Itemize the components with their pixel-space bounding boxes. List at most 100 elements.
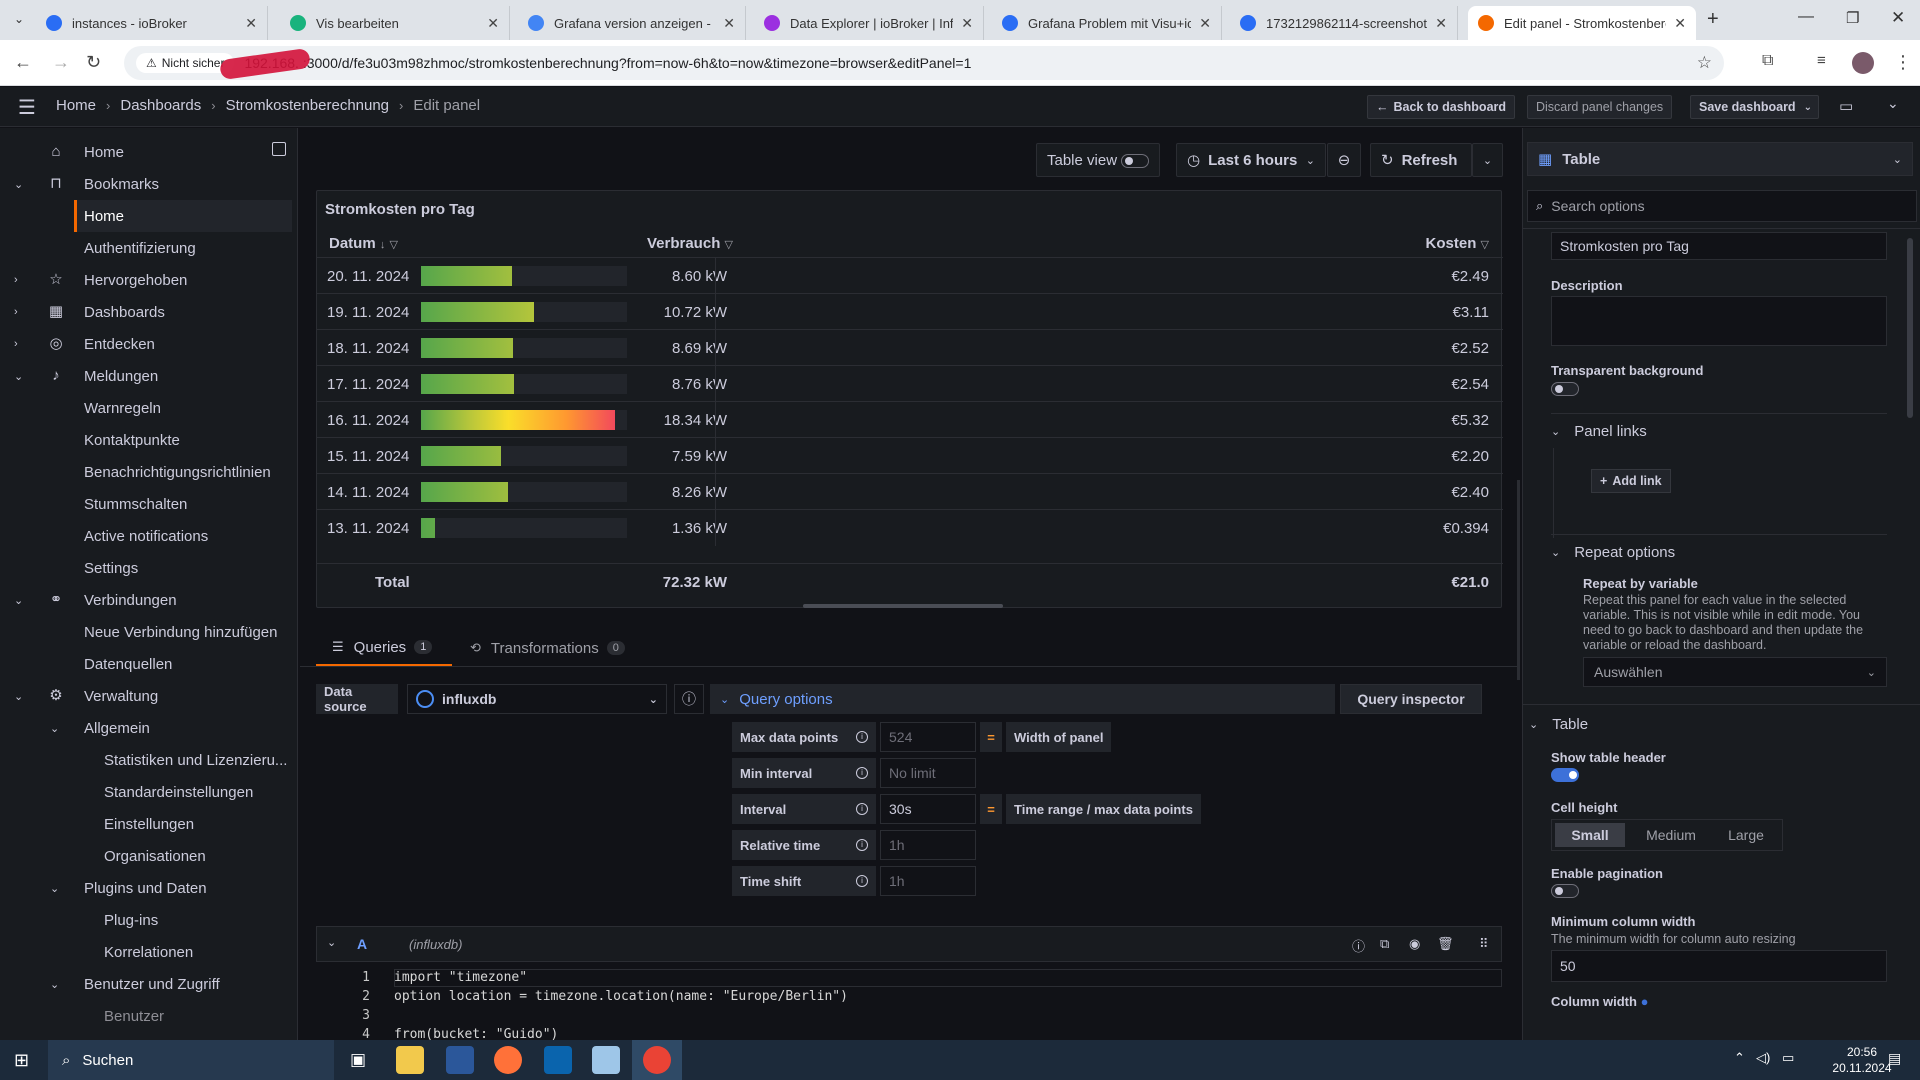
table-view-switch[interactable] bbox=[1121, 154, 1149, 168]
repeat-options-section[interactable]: ⌄ Repeat options bbox=[1551, 544, 1675, 561]
add-link-button[interactable]: + Add link bbox=[1591, 469, 1671, 493]
filter-icon[interactable]: ▽ bbox=[390, 239, 398, 251]
sidebar-item[interactable]: Settings bbox=[0, 552, 297, 584]
horizontal-scrollbar[interactable] bbox=[803, 604, 1003, 608]
sidebar-item[interactable]: Organisationen bbox=[0, 840, 297, 872]
notifications-icon[interactable]: ▤ bbox=[1888, 1050, 1901, 1067]
table-section[interactable]: ⌄ Table bbox=[1529, 716, 1588, 733]
browser-tab[interactable]: Data Explorer | ioBroker | Influx ✕ bbox=[754, 6, 984, 40]
chevron-down-icon[interactable]: ⌄ bbox=[14, 690, 23, 703]
browser-tab[interactable]: Grafana version anzeigen - Goo ✕ bbox=[518, 6, 746, 40]
sidebar-item[interactable]: ⌄ ⊓ Bookmarks bbox=[0, 168, 297, 200]
chevron-right-icon[interactable]: › bbox=[14, 306, 18, 318]
breadcrumb-dashboards[interactable]: Dashboards bbox=[120, 97, 201, 114]
hamburger-menu-icon[interactable]: ☰ bbox=[18, 95, 36, 120]
sidebar-item[interactable]: › ▦ Dashboards bbox=[0, 296, 297, 328]
tray-chevron-icon[interactable]: ⌃ bbox=[1734, 1050, 1745, 1066]
sidebar-item[interactable]: Plug-ins bbox=[0, 904, 297, 936]
query-row-header[interactable]: ⌄ A (influxdb) ⓘ ⧉ ◉ 🗑 ⠿ bbox=[316, 926, 1502, 962]
chevron-down-icon[interactable]: ⌄ bbox=[1887, 95, 1899, 112]
breadcrumb-home[interactable]: Home bbox=[56, 97, 96, 114]
windows-start-icon[interactable]: ⊞ bbox=[14, 1050, 29, 1071]
sidebar-item[interactable]: Home bbox=[74, 200, 292, 232]
chevron-right-icon[interactable]: › bbox=[14, 274, 18, 286]
chevron-down-icon[interactable]: ⌄ bbox=[50, 978, 59, 991]
column-header-datum[interactable]: Datum ↓ ▽ bbox=[329, 235, 398, 252]
sidebar-item[interactable]: Neue Verbindung hinzufügen bbox=[0, 616, 297, 648]
restore-button[interactable]: ❐ bbox=[1846, 9, 1859, 27]
chrome-taskbar-button[interactable] bbox=[632, 1040, 682, 1080]
task-view-icon[interactable]: ▣ bbox=[350, 1050, 366, 1070]
query-ref-id[interactable]: A bbox=[357, 936, 367, 952]
back-icon[interactable]: ← bbox=[14, 52, 32, 73]
firefox-icon[interactable] bbox=[494, 1046, 522, 1074]
close-tab-icon[interactable]: ✕ bbox=[245, 15, 257, 32]
eye-icon[interactable]: ◉ bbox=[1409, 936, 1420, 952]
cell-height-small[interactable]: Small bbox=[1555, 823, 1625, 847]
url-text[interactable]: 192.168. :3000/d/fe3u03m98zhmoc/stromkos… bbox=[244, 55, 971, 71]
code-line[interactable]: option location = timezone.location(name… bbox=[394, 989, 848, 1004]
panel-links-section[interactable]: ⌄ Panel links bbox=[1551, 423, 1647, 440]
sidebar-item[interactable]: ⌄ Benutzer und Zugriff bbox=[0, 968, 297, 1000]
word-icon[interactable] bbox=[446, 1046, 474, 1074]
min-col-width-input[interactable]: 50 bbox=[1551, 950, 1887, 982]
cell-height-medium[interactable]: Medium bbox=[1632, 823, 1710, 847]
query-option-input[interactable]: 1h bbox=[880, 866, 976, 896]
visualization-picker[interactable]: ▦ Table ⌄ bbox=[1527, 142, 1913, 176]
show-header-toggle[interactable] bbox=[1551, 768, 1579, 782]
query-option-input[interactable]: 524 bbox=[880, 722, 976, 752]
drag-handle-icon[interactable]: ⠿ bbox=[1479, 936, 1489, 952]
chevron-down-icon[interactable]: ⌄ bbox=[50, 882, 59, 895]
browser-tab[interactable]: Edit panel - Stromkostenberech ✕ bbox=[1468, 6, 1696, 40]
address-bar[interactable]: ⚠ Nicht sicher 192.168. :3000/d/fe3u03m98… bbox=[124, 46, 1724, 81]
breadcrumb-dashboard[interactable]: Stromkostenberechnung bbox=[226, 97, 389, 114]
new-tab-button[interactable]: + bbox=[1707, 8, 1719, 31]
back-to-dashboard-button[interactable]: ← Back to dashboard bbox=[1367, 95, 1516, 119]
code-line[interactable]: import "timezone" bbox=[394, 970, 527, 985]
query-options-toggle[interactable]: ⌄ Query options bbox=[710, 684, 1335, 714]
table-row[interactable]: 20. 11. 2024 8.60 kW €2.49 bbox=[317, 257, 1503, 294]
sidebar-item[interactable]: Kontaktpunkte bbox=[0, 424, 297, 456]
close-tab-icon[interactable]: ✕ bbox=[961, 15, 973, 32]
media-icon[interactable]: ≡ bbox=[1817, 52, 1826, 69]
chevron-down-icon[interactable]: ⌄ bbox=[14, 370, 23, 383]
sidebar-item[interactable]: Statistiken und Lizenzieru... bbox=[0, 744, 297, 776]
sidebar-item[interactable]: › ☆ Hervorgehoben bbox=[0, 264, 297, 296]
reload-icon[interactable]: ↻ bbox=[86, 52, 101, 73]
close-tab-icon[interactable]: ✕ bbox=[1674, 15, 1686, 32]
tab-list-icon[interactable]: ⌄ bbox=[14, 12, 24, 26]
table-row[interactable]: 13. 11. 2024 1.36 kW €0.394 bbox=[317, 509, 1503, 546]
column-header-kosten[interactable]: Kosten ▽ bbox=[1426, 235, 1489, 252]
info-icon[interactable]: i bbox=[856, 767, 868, 779]
sidebar-item[interactable]: ⌄ Allgemein bbox=[0, 712, 297, 744]
chevron-down-icon[interactable]: ⌄ bbox=[327, 936, 336, 949]
chevron-down-icon[interactable]: ⌄ bbox=[1804, 102, 1812, 113]
table-row[interactable]: 19. 11. 2024 10.72 kW €3.11 bbox=[317, 293, 1503, 330]
sidebar-item[interactable]: Authentifizierung bbox=[0, 232, 297, 264]
sidebar-item[interactable]: ⌄ ⚙ Verwaltung bbox=[0, 680, 297, 712]
repeat-variable-select[interactable]: Auswählen ⌄ bbox=[1583, 657, 1887, 687]
title-input[interactable]: Stromkosten pro Tag bbox=[1551, 232, 1887, 260]
search-options-input[interactable]: ⌕ Search options bbox=[1527, 190, 1917, 222]
query-option-input[interactable]: No limit bbox=[880, 758, 976, 788]
zoom-out-button[interactable]: ⊖ bbox=[1327, 143, 1361, 177]
query-inspector-button[interactable]: Query inspector bbox=[1340, 684, 1482, 714]
info-icon[interactable]: i bbox=[856, 803, 868, 815]
options-scrollbar[interactable] bbox=[1907, 238, 1913, 418]
volume-icon[interactable]: ◁) bbox=[1756, 1050, 1770, 1066]
cell-height-large[interactable]: Large bbox=[1714, 823, 1778, 847]
sidebar-item[interactable]: Stummschalten bbox=[0, 488, 297, 520]
query-option-input[interactable]: 30s bbox=[880, 794, 976, 824]
table-view-toggle[interactable]: Table view bbox=[1036, 143, 1160, 177]
forward-icon[interactable]: → bbox=[52, 52, 70, 73]
close-window-button[interactable]: ✕ bbox=[1891, 8, 1905, 28]
chevron-down-icon[interactable]: ⌄ bbox=[14, 178, 23, 191]
sidebar-item[interactable]: Active notifications bbox=[0, 520, 297, 552]
table-row[interactable]: 17. 11. 2024 8.76 kW €2.54 bbox=[317, 365, 1503, 402]
splitter-handle[interactable] bbox=[1517, 480, 1520, 680]
close-tab-icon[interactable]: ✕ bbox=[723, 15, 735, 32]
sidebar-item[interactable]: Standardeinstellungen bbox=[0, 776, 297, 808]
table-row[interactable]: 15. 11. 2024 7.59 kW €2.20 bbox=[317, 437, 1503, 474]
code-editor[interactable]: 1 import "timezone" 2 option location = tim… bbox=[340, 966, 1502, 1042]
tab-queries[interactable]: ☰ Queries 1 bbox=[316, 630, 452, 666]
